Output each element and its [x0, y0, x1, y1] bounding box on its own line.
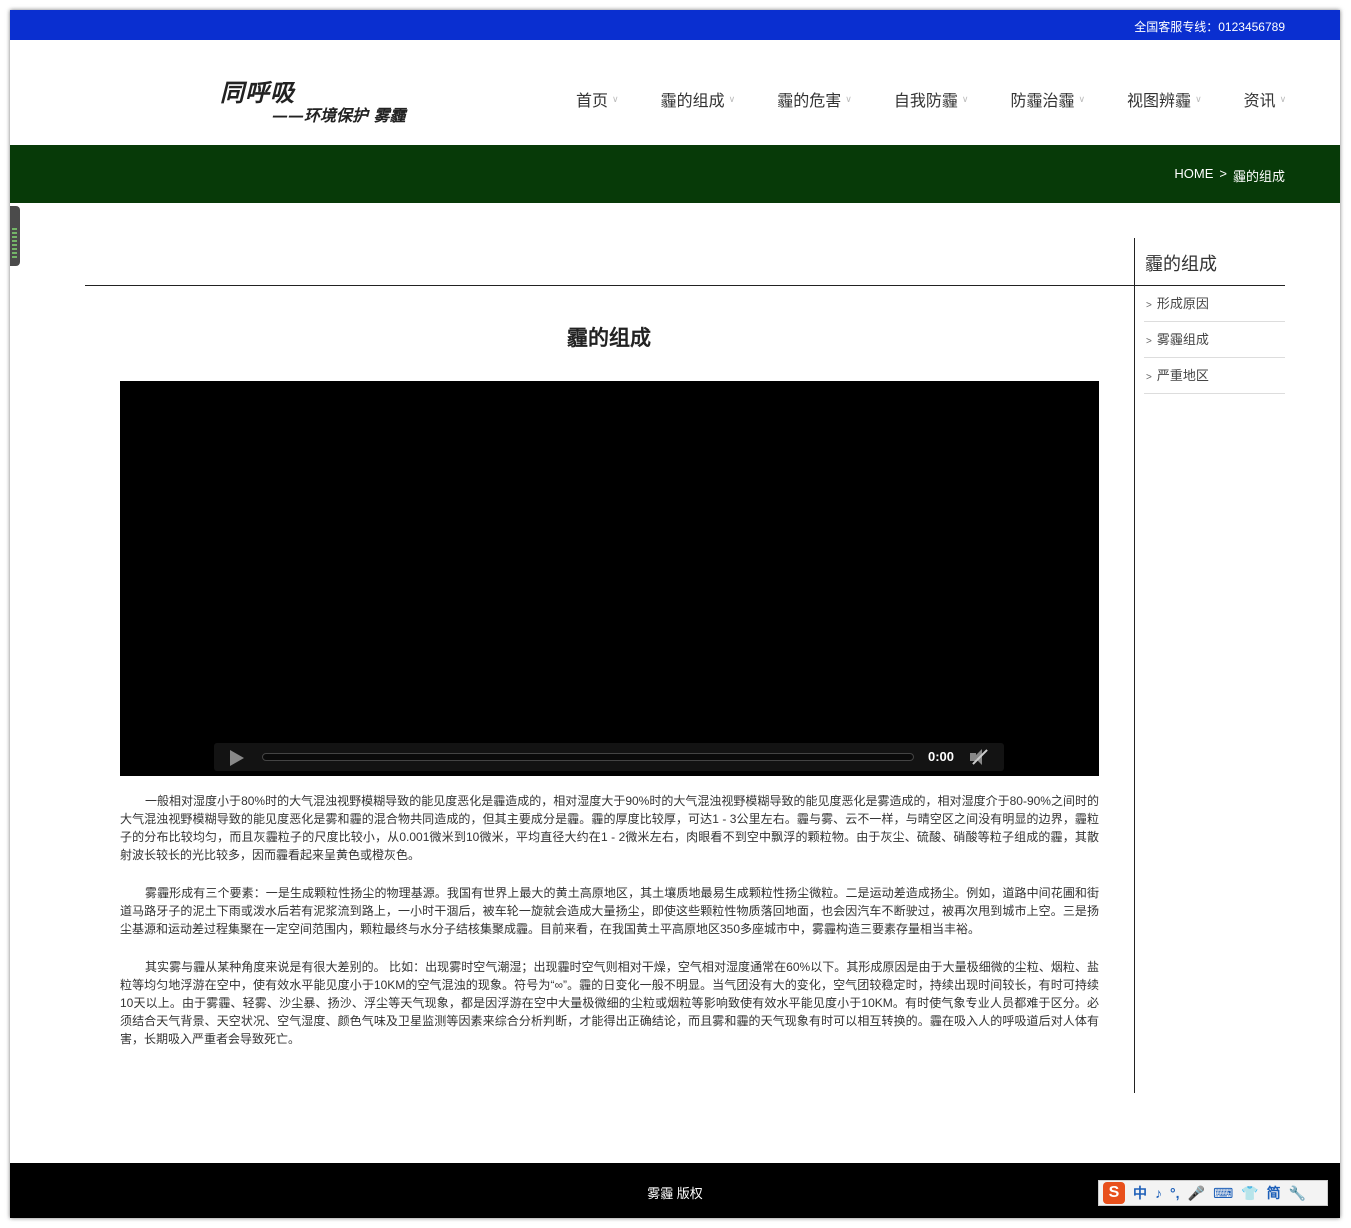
video-time: 0:00 — [928, 749, 955, 764]
sogou-logo-icon[interactable]: S — [1103, 1182, 1125, 1204]
mute-icon[interactable] — [968, 748, 990, 766]
nav-item-home[interactable]: 首页 ∨ — [576, 87, 619, 111]
nav-item-self-protection[interactable]: 自我防霾 ∨ — [894, 87, 969, 111]
chevron-down-icon: ∨ — [1279, 93, 1287, 104]
breadcrumb: HOME > 霾的组成 — [1174, 166, 1285, 185]
nav-label: 资讯 — [1243, 93, 1276, 110]
arrow-right-icon: > — [1146, 372, 1152, 383]
nav-label: 自我防霾 — [893, 93, 958, 110]
breadcrumb-home[interactable]: HOME — [1174, 166, 1213, 185]
input-method-toolbar: S 中 ♪ °, 🎤 ⌨ 👕 简 🔧 — [1098, 1180, 1328, 1206]
moon-icon[interactable]: ♪ — [1155, 1185, 1162, 1201]
arrow-right-icon: > — [1146, 300, 1152, 311]
sidebar-title: 霾的组成 — [1145, 254, 1217, 274]
chevron-down-icon: ∨ — [961, 93, 969, 104]
skin-icon[interactable]: 👕 — [1241, 1185, 1258, 1202]
breadcrumb-separator: > — [1219, 166, 1227, 181]
breadcrumb-current[interactable]: 霾的组成 — [1233, 166, 1285, 185]
nav-label: 首页 — [576, 93, 609, 110]
article-paragraph: 雾霾形成有三个要素：一是生成颗粒性扬尘的物理基源。我国有世界上最大的黄土高原地区… — [120, 886, 1099, 936]
banner: HOME > 霾的组成 — [10, 145, 1340, 203]
logo-subtitle: ——环境保护 雾霾 — [272, 106, 406, 125]
ime-chinese-mode[interactable]: 中 — [1133, 1183, 1147, 1203]
nav-item-news[interactable]: 资讯 ∨ — [1244, 87, 1287, 111]
nav-item-composition[interactable]: 霾的组成 ∨ — [661, 87, 736, 111]
keyboard-icon[interactable]: ⌨ — [1213, 1185, 1233, 1202]
ime-simplified-toggle[interactable]: 简 — [1267, 1183, 1281, 1203]
top-bar: 全国客服专线：0123456789 — [10, 10, 1340, 40]
header: 同呼吸 ——环境保护 雾霾 首页 ∨ 霾的组成 ∨ 霾的危害 ∨ 自我防霾 ∨ 防霾治霾… — [10, 40, 1340, 145]
nav-label: 霾的组成 — [660, 93, 725, 110]
nav-label: 防霾治霾 — [1010, 93, 1075, 110]
progress-track[interactable] — [262, 753, 914, 761]
hotline-text: 全国客服专线：0123456789 — [1134, 20, 1285, 34]
microphone-icon[interactable]: 🎤 — [1188, 1185, 1205, 1202]
signal-bars-icon — [12, 228, 17, 260]
article-title: 霾的组成 — [567, 327, 651, 350]
sidebar-item-label: 雾霾组成 — [1156, 332, 1209, 347]
page-frame: 全国客服专线：0123456789 同呼吸 ——环境保护 雾霾 首页 ∨ 霾的组成… — [10, 10, 1340, 1218]
sidebar-menu: > 形成原因 > 雾霾组成 > 严重地区 — [1144, 286, 1285, 394]
nav-label: 视图辨霾 — [1127, 93, 1192, 110]
play-icon[interactable] — [230, 750, 244, 766]
article-paragraph: 一般相对湿度小于80%时的大气混浊视野模糊导致的能见度恶化是霾造成的，相对湿度大… — [120, 794, 1099, 862]
main-nav: 首页 ∨ 霾的组成 ∨ 霾的危害 ∨ 自我防霾 ∨ 防霾治霾 ∨ 视图辨霾 ∨ 资讯 ∨ — [576, 87, 1328, 111]
video-controls: 0:00 — [214, 743, 1004, 771]
article-body: 一般相对湿度小于80%时的大气混浊视野模糊导致的能见度恶化是霾造成的，相对湿度大… — [120, 792, 1099, 1068]
sidebar-item-causes[interactable]: > 形成原因 — [1144, 286, 1285, 322]
nav-item-visual[interactable]: 视图辨霾 ∨ — [1127, 87, 1202, 111]
side-widget-tab[interactable] — [10, 206, 20, 266]
sidebar-item-label: 形成原因 — [1156, 296, 1209, 311]
nav-item-prevention[interactable]: 防霾治霾 ∨ — [1010, 87, 1085, 111]
sidebar-item-composition[interactable]: > 雾霾组成 — [1144, 322, 1285, 358]
article-paragraph: 其实雾与霾从某种角度来说是有很大差别的。 比如：出现雾时空气潮湿；出现霾时空气则… — [120, 960, 1099, 1046]
video-player[interactable]: 0:00 — [120, 381, 1099, 776]
arrow-right-icon: > — [1146, 336, 1152, 347]
chevron-down-icon: ∨ — [1195, 93, 1202, 104]
chevron-down-icon: ∨ — [845, 93, 852, 104]
chevron-down-icon: ∨ — [1078, 93, 1086, 104]
punctuation-icon[interactable]: °, — [1170, 1185, 1180, 1201]
nav-item-hazards[interactable]: 霾的危害 ∨ — [777, 87, 852, 111]
nav-label: 霾的危害 — [777, 93, 842, 110]
sidebar-item-label: 严重地区 — [1156, 368, 1209, 383]
divider-horizontal — [85, 285, 1285, 286]
sidebar-item-regions[interactable]: > 严重地区 — [1144, 358, 1285, 394]
wrench-icon[interactable]: 🔧 — [1289, 1185, 1306, 1202]
divider-vertical — [1134, 238, 1135, 1093]
chevron-down-icon: ∨ — [728, 93, 736, 104]
chevron-down-icon: ∨ — [612, 93, 619, 104]
